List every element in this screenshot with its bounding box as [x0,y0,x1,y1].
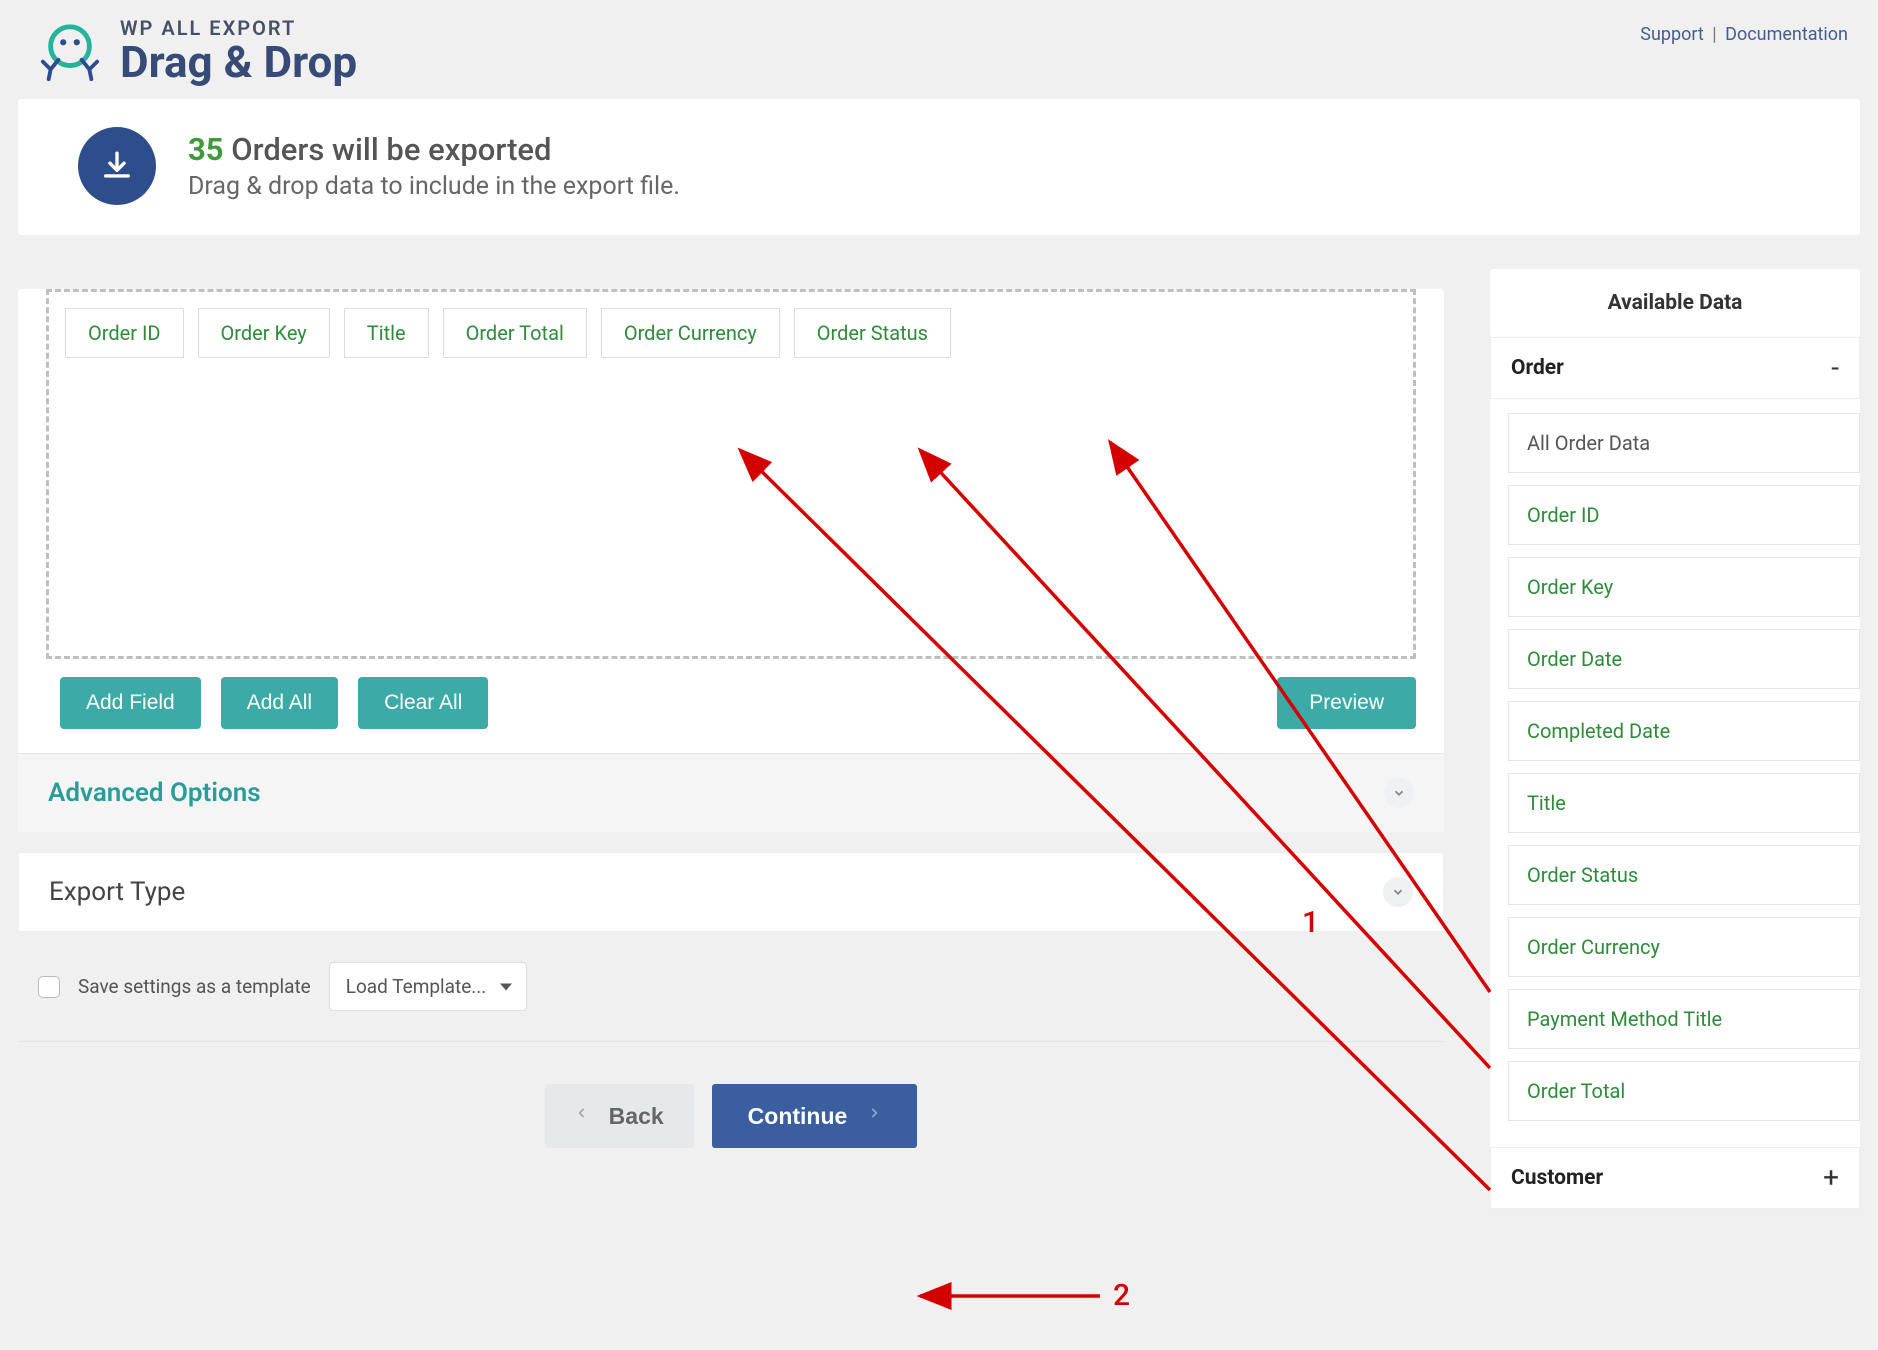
sidebar-group-head[interactable]: Customer + [1490,1147,1860,1209]
sidebar-item[interactable]: All Order Data [1508,413,1860,473]
export-count: 35 [188,131,224,168]
collapse-icon: - [1831,361,1839,375]
expand-icon: + [1823,1171,1839,1185]
hero-card: 35 Orders will be exported Drag & drop d… [18,99,1860,235]
sidebar-group-list: All Order Data Order ID Order Key Order Dat… [1490,399,1860,1147]
sidebar-group-head[interactable]: Order - [1490,337,1860,399]
top-links: Support | Documentation [1640,18,1848,45]
chevron-left-icon [575,1102,589,1130]
back-button[interactable]: Back [545,1084,694,1148]
save-template-checkbox[interactable] [38,976,60,998]
field-chip[interactable]: Order Total [443,308,587,358]
advanced-options-toggle[interactable]: Advanced Options [18,753,1444,832]
template-row: Save settings as a template Load Templat… [18,932,1444,1042]
chevron-down-icon [1383,877,1413,907]
sidebar-group-title: Customer [1511,1166,1603,1190]
advanced-options-title: Advanced Options [48,778,261,808]
sidebar-item[interactable]: Title [1508,773,1860,833]
field-chip[interactable]: Order Status [794,308,951,358]
brand-title: Drag & Drop [120,39,357,85]
sidebar-item[interactable]: Order Total [1508,1061,1860,1121]
available-data-head: Available Data [1490,269,1860,337]
support-link[interactable]: Support [1640,24,1704,45]
sidebar-item[interactable]: Order Currency [1508,917,1860,977]
documentation-link[interactable]: Documentation [1725,24,1848,45]
sidebar-item[interactable]: Completed Date [1508,701,1860,761]
continue-label: Continue [748,1103,848,1130]
continue-button[interactable]: Continue [712,1084,918,1148]
chevron-down-icon [1384,778,1414,808]
back-label: Back [609,1103,664,1130]
chevron-right-icon [867,1102,881,1130]
export-type-title: Export Type [49,877,185,907]
hero-title: 35 Orders will be exported [188,131,680,168]
hero-subtitle: Drag & drop data to include in the expor… [188,172,680,201]
sidebar-item[interactable]: Order ID [1508,485,1860,545]
field-chip[interactable]: Order ID [65,308,184,358]
sidebar-group-title: Order [1511,356,1564,380]
preview-button[interactable]: Preview [1277,677,1416,729]
sidebar-item[interactable]: Order Status [1508,845,1860,905]
field-chip[interactable]: Title [344,308,429,358]
nav-row: Back Continue [18,1074,1444,1174]
topbar: WP ALL EXPORT Drag & Drop Support | Docu… [18,18,1860,99]
add-all-button[interactable]: Add All [221,677,338,729]
annotation-2: 2 [1113,1278,1130,1313]
logo-icon [38,20,102,84]
save-template-label: Save settings as a template [78,975,311,998]
field-chip[interactable]: Order Key [198,308,330,358]
separator: | [1712,24,1716,45]
add-field-button[interactable]: Add Field [60,677,201,729]
sidebar-item[interactable]: Payment Method Title [1508,989,1860,1049]
dropzone-panel: Order ID Order Key Title Order Total Order C… [18,289,1444,832]
field-chip[interactable]: Order Currency [601,308,780,358]
drop-area[interactable]: Order ID Order Key Title Order Total Order C… [46,289,1416,659]
download-icon [78,127,156,205]
export-type-toggle[interactable]: Export Type [18,852,1444,932]
load-template-select[interactable]: Load Template... [329,962,528,1011]
sidebar-item[interactable]: Order Key [1508,557,1860,617]
hero-title-text: Orders will be exported [231,131,551,168]
clear-all-button[interactable]: Clear All [358,677,488,729]
brand: WP ALL EXPORT Drag & Drop [38,18,357,85]
sidebar-item[interactable]: Order Date [1508,629,1860,689]
